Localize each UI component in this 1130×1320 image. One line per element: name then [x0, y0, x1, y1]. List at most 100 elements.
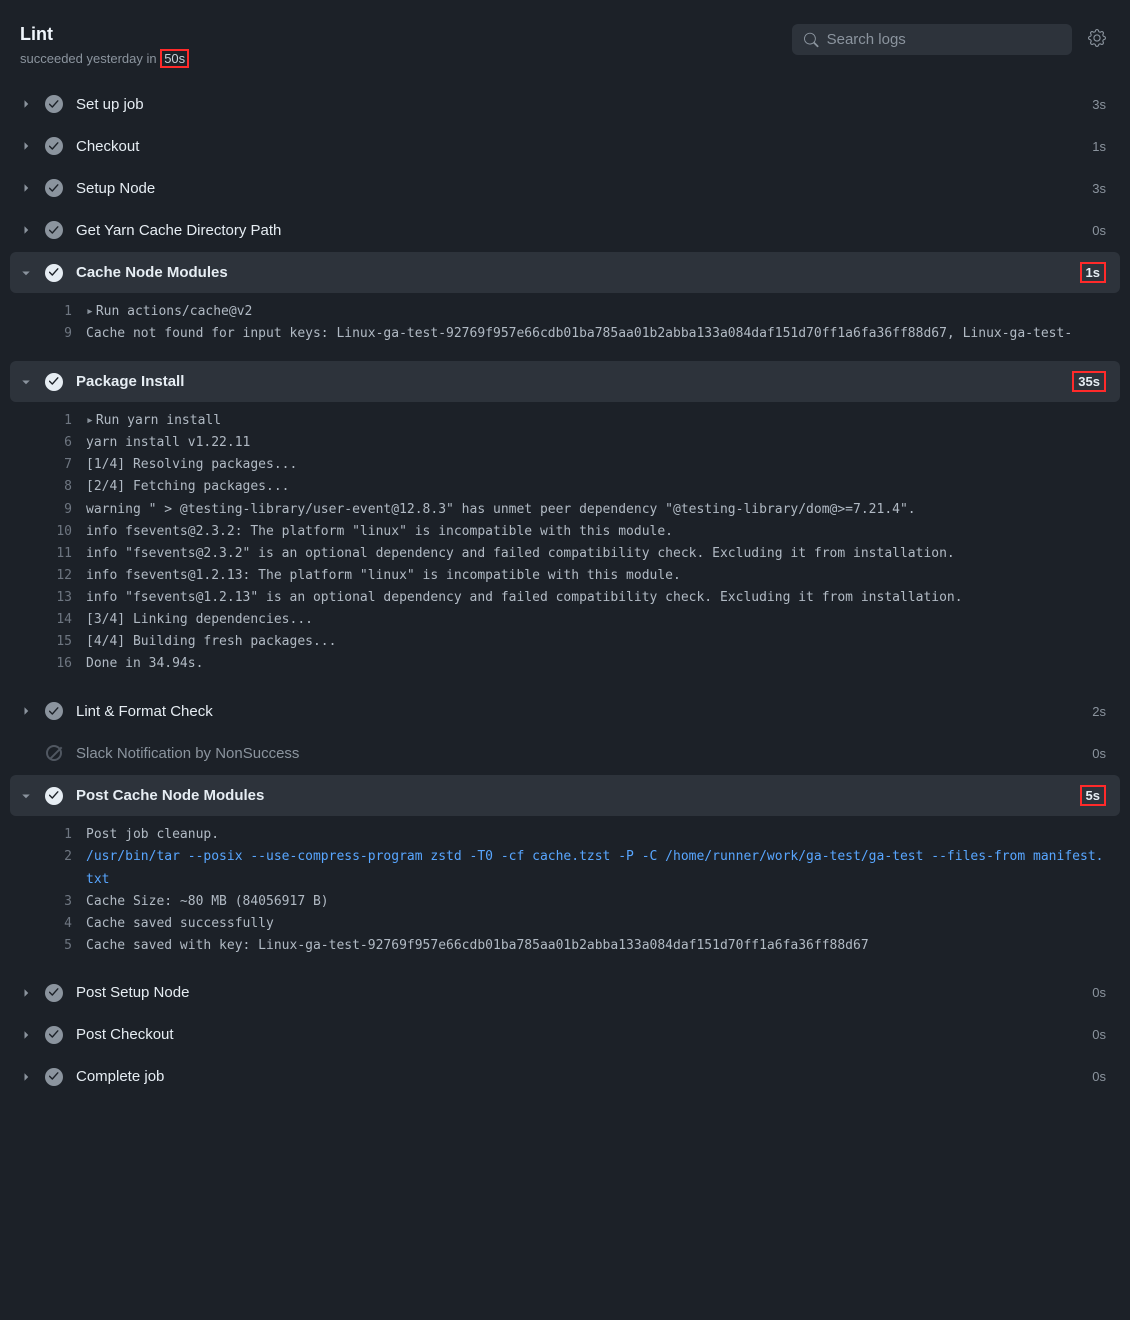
step-header[interactable]: Checkout1s: [10, 126, 1120, 166]
chevron-icon: [20, 987, 32, 999]
line-text: Cache saved successfully: [86, 913, 274, 935]
check-icon: [44, 136, 64, 156]
line-number: 14: [48, 609, 72, 631]
step-duration: 3s: [1092, 181, 1106, 196]
chevron-icon: [20, 705, 32, 717]
step-row: Package Install35s: [10, 361, 1120, 402]
chevron-icon: [20, 182, 32, 194]
step-header[interactable]: Post Checkout 0s: [10, 1015, 1120, 1055]
line-number: 3: [48, 891, 72, 913]
step-header[interactable]: Cache Node Modules1s: [10, 252, 1120, 293]
log-line: 1 Post job cleanup.: [10, 824, 1120, 846]
step-name: Setup Node: [76, 180, 1080, 197]
log-line: 16Done in 34.94s.: [10, 653, 1120, 675]
log-line: 1▸Run actions/cache@v2: [10, 301, 1120, 323]
step-header[interactable]: Lint & Format Check 2s: [10, 691, 1120, 731]
check-icon: [44, 372, 64, 392]
line-number: 11: [48, 543, 72, 565]
status-prefix: succeeded yesterday in: [20, 51, 160, 66]
line-text: [3/4] Linking dependencies...: [86, 609, 313, 631]
step-row: Cache Node Modules1s: [10, 252, 1120, 293]
chevron-icon: [20, 140, 32, 152]
log-block: 1▸Run yarn install6yarn install v1.22.11…: [10, 404, 1120, 691]
line-text: [1/4] Resolving packages...: [86, 454, 297, 476]
line-number: 1: [48, 824, 72, 846]
log-line: 4 Cache saved successfully: [10, 913, 1120, 935]
step-row: Post Setup Node0s: [10, 973, 1120, 1013]
chevron-icon: [20, 376, 32, 388]
line-text: [2/4] Fetching packages...: [86, 476, 290, 498]
log-line: 9 Cache not found for input keys: Linux-g…: [10, 323, 1120, 345]
step-name: Slack Notification by NonSuccess: [76, 745, 1080, 762]
skip-icon: [44, 743, 64, 763]
check-icon: [44, 220, 64, 240]
check-icon: [44, 701, 64, 721]
step-duration: 0s: [1092, 746, 1106, 761]
step-name: Cache Node Modules: [76, 264, 1068, 281]
step-header[interactable]: Post Setup Node0s: [10, 973, 1120, 1013]
search-input[interactable]: [827, 31, 1060, 48]
step-name: Post Checkout: [76, 1026, 1080, 1043]
step-duration: 2s: [1092, 704, 1106, 719]
line-number: 8: [48, 476, 72, 498]
line-number: 5: [48, 935, 72, 957]
step-header[interactable]: Setup Node 3s: [10, 168, 1120, 208]
line-text: Cache saved with key: Linux-ga-test-9276…: [86, 935, 869, 957]
chevron-icon: [20, 224, 32, 236]
chevron-icon: [20, 1029, 32, 1041]
line-number: 15: [48, 631, 72, 653]
check-icon: [44, 1067, 64, 1087]
log-line: 11 info "fsevents@2.3.2" is an optional d…: [10, 543, 1120, 565]
line-text: warning " > @testing-library/user-event@…: [86, 499, 916, 521]
line-text: Post job cleanup.: [86, 824, 219, 846]
settings-button[interactable]: [1084, 25, 1110, 54]
chevron-icon: [20, 790, 32, 802]
check-icon: [44, 178, 64, 198]
step-header[interactable]: Get Yarn Cache Directory Path0s: [10, 210, 1120, 250]
check-icon: [44, 983, 64, 1003]
check-icon: [44, 263, 64, 283]
search-logs[interactable]: [792, 24, 1072, 55]
line-text: ▸Run actions/cache@v2: [86, 301, 252, 323]
log-header: Lint succeeded yesterday in 50s: [0, 0, 1130, 84]
check-icon: [44, 94, 64, 114]
chevron-icon: [20, 98, 32, 110]
log-line: 5 Cache saved with key: Linux-ga-test-927…: [10, 935, 1120, 957]
status-duration: 50s: [160, 49, 189, 68]
line-text: info fsevents@2.3.2: The platform "linux…: [86, 521, 673, 543]
log-line: 2/usr/bin/tar --posix --use-compress-pro…: [10, 846, 1120, 890]
line-number: 16: [48, 653, 72, 675]
line-number: 4: [48, 913, 72, 935]
log-block: 1▸Run actions/cache@v29 Cache not found f…: [10, 295, 1120, 361]
log-line: 12info fsevents@1.2.13: The platform "li…: [10, 565, 1120, 587]
step-header[interactable]: Complete job0s: [10, 1057, 1120, 1097]
log-line: 6yarn install v1.22.11: [10, 432, 1120, 454]
log-line: 9warning " > @testing-library/user-event…: [10, 499, 1120, 521]
job-status: succeeded yesterday in 50s: [20, 49, 189, 68]
step-row: Post Checkout 0s: [10, 1015, 1120, 1055]
job-title: Lint: [20, 24, 189, 45]
line-text: [4/4] Building fresh packages...: [86, 631, 336, 653]
step-header[interactable]: Slack Notification by NonSuccess 0s: [10, 733, 1120, 773]
line-text: Cache not found for input keys: Linux-ga…: [86, 323, 1072, 345]
step-duration: 0s: [1092, 1027, 1106, 1042]
step-name: Checkout: [76, 138, 1080, 155]
log-block: 1 Post job cleanup.2/usr/bin/tar --posix …: [10, 818, 1120, 973]
line-number: 7: [48, 454, 72, 476]
log-line: 15 [4/4] Building fresh packages...: [10, 631, 1120, 653]
step-duration: 3s: [1092, 97, 1106, 112]
check-icon: [44, 786, 64, 806]
step-name: Set up job: [76, 96, 1080, 113]
line-number: 1: [48, 410, 72, 432]
line-number: 9: [48, 323, 72, 345]
search-icon: [804, 32, 819, 48]
step-header[interactable]: Set up job 3s: [10, 84, 1120, 124]
step-row: Slack Notification by NonSuccess 0s: [10, 733, 1120, 773]
line-text: info "fsevents@2.3.2" is an optional dep…: [86, 543, 955, 565]
step-name: Package Install: [76, 373, 1060, 390]
step-name: Lint & Format Check: [76, 703, 1080, 720]
step-duration: 5s: [1080, 785, 1106, 806]
step-header[interactable]: Package Install35s: [10, 361, 1120, 402]
step-header[interactable]: Post Cache Node Modules5s: [10, 775, 1120, 816]
line-text: /usr/bin/tar --posix --use-compress-prog…: [86, 846, 1106, 890]
